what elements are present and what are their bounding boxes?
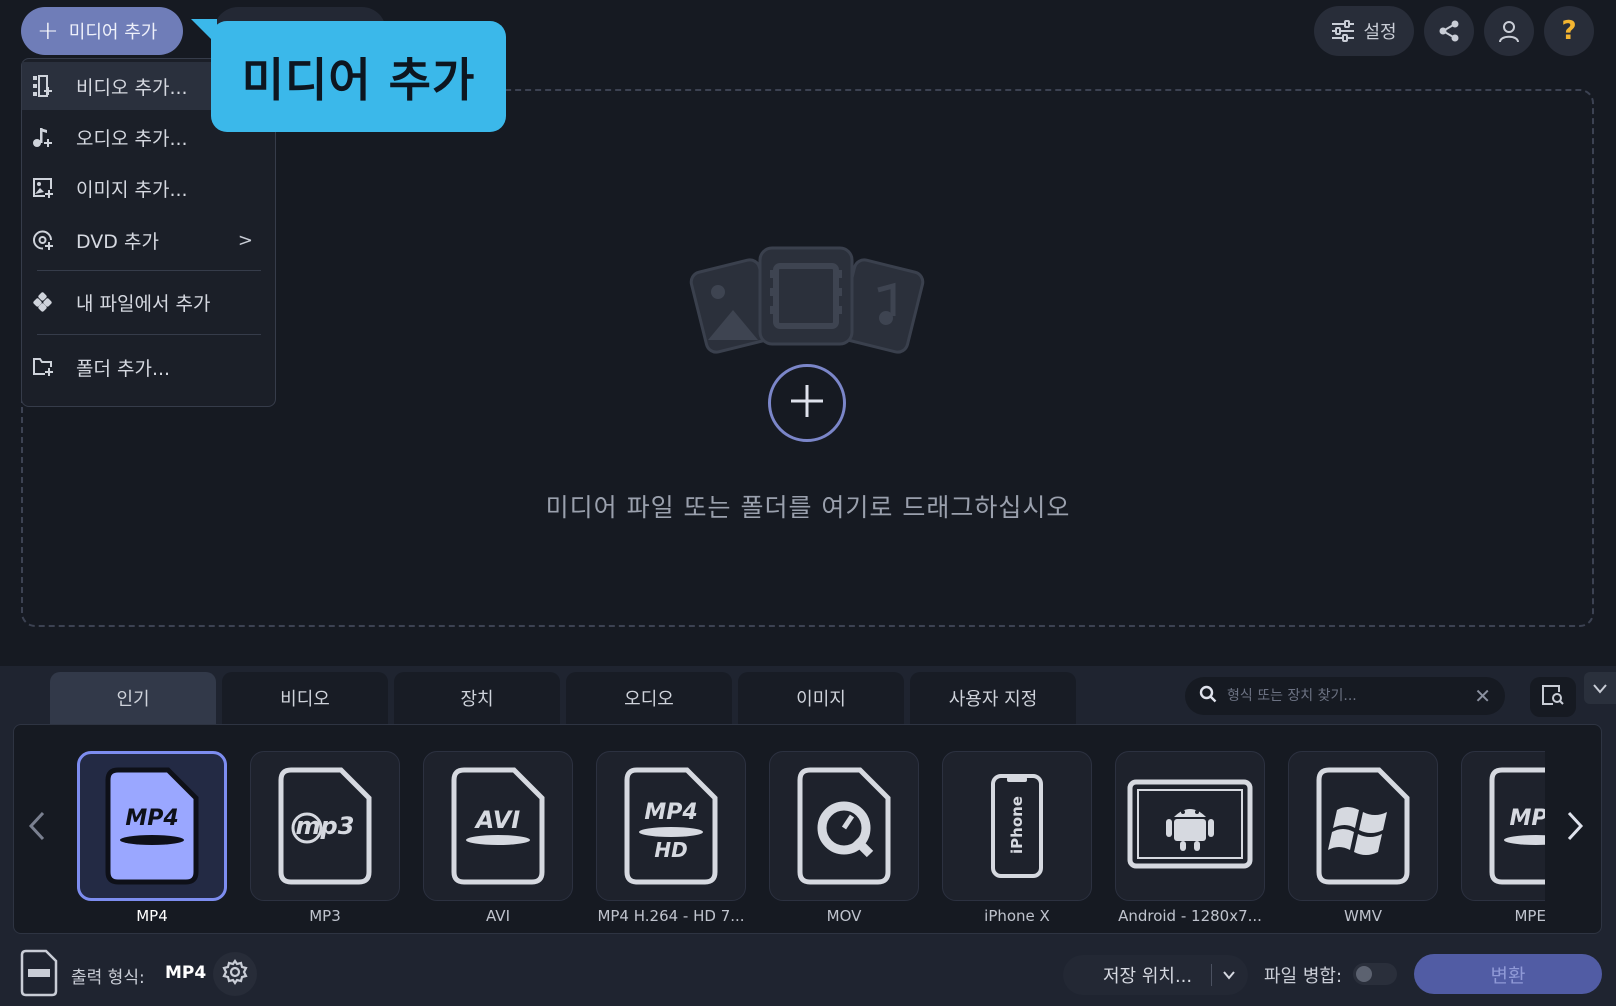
- scroll-right-icon[interactable]: [1565, 810, 1585, 850]
- folder-add-icon: [30, 354, 56, 380]
- mp4-video-icon: MP4: [104, 766, 200, 886]
- image-add-icon: [30, 175, 56, 201]
- menu-divider: [37, 270, 261, 271]
- format-card-iphone-x[interactable]: iPhone iPhone X: [942, 751, 1092, 931]
- save-location-button[interactable]: 저장 위치...: [1063, 955, 1248, 995]
- format-list: MP4 MP4 mp3 MP3 AVI AVI MP4 HD MP4 H.264…: [77, 751, 1545, 931]
- format-name: iPhone X: [984, 907, 1050, 925]
- chevron-down-icon: [1593, 679, 1607, 698]
- settings-label: 설정: [1363, 22, 1397, 43]
- chevron-down-icon[interactable]: [1222, 965, 1236, 990]
- top-right-toolbar: 설정 ?: [1314, 6, 1594, 56]
- format-card-mp4-hd[interactable]: MP4 HD MP4 H.264 - HD 7...: [596, 751, 746, 931]
- format-name: MP4 H.264 - HD 7...: [597, 907, 745, 925]
- quicktime-icon: [796, 766, 892, 886]
- media-files-illustration-icon: [688, 240, 928, 359]
- convert-button[interactable]: 변환: [1414, 954, 1602, 994]
- tab-custom[interactable]: 사용자 지정: [910, 672, 1076, 724]
- merge-files-toggle[interactable]: [1353, 963, 1397, 985]
- format-name: MOV: [826, 907, 862, 925]
- format-card-mp3[interactable]: mp3 MP3: [250, 751, 400, 931]
- user-icon: [1498, 19, 1520, 43]
- detect-device-button[interactable]: [1530, 677, 1576, 717]
- mpeg-video-icon: MPE: [1488, 766, 1545, 886]
- tab-popular[interactable]: 인기: [50, 672, 216, 724]
- format-card-wmv[interactable]: WMV: [1288, 751, 1438, 931]
- share-button[interactable]: [1424, 6, 1474, 56]
- menu-item-add-from-my-files[interactable]: 내 파일에서 추가: [22, 278, 275, 326]
- account-button[interactable]: [1484, 6, 1534, 56]
- tab-images[interactable]: 이미지: [738, 672, 904, 724]
- tab-audio[interactable]: 오디오: [566, 672, 732, 724]
- add-media-button[interactable]: + 미디어 추가: [21, 7, 183, 55]
- search-input[interactable]: [1227, 688, 1465, 704]
- format-name: MP4: [136, 907, 168, 925]
- mp3-icon: mp3: [277, 766, 373, 886]
- device-search-icon: [1541, 684, 1565, 710]
- clear-search-icon[interactable]: ✕: [1474, 684, 1491, 708]
- format-card-mov[interactable]: MOV: [769, 751, 919, 931]
- format-name: WMV: [1343, 907, 1383, 925]
- format-card-avi[interactable]: AVI AVI: [423, 751, 573, 931]
- search-icon: [1199, 685, 1217, 707]
- chevron-right-icon: >: [237, 229, 253, 251]
- format-card-android[interactable]: Android - 1280x7...: [1115, 751, 1265, 931]
- menu-item-label: 오디오 추가...: [76, 127, 188, 150]
- menu-item-label: 폴더 추가...: [76, 357, 171, 380]
- output-format-icon: [20, 949, 58, 997]
- drop-hint-text: 미디어 파일 또는 폴더를 여기로 드래그하십시오: [545, 493, 1071, 522]
- collapse-panel-button[interactable]: [1584, 672, 1616, 704]
- help-icon: ?: [1561, 16, 1577, 46]
- drop-add-button[interactable]: [768, 364, 846, 442]
- output-format-value: MP4: [165, 963, 207, 983]
- menu-divider: [37, 334, 261, 335]
- help-button[interactable]: ?: [1544, 6, 1594, 56]
- format-search: ✕: [1185, 677, 1505, 715]
- format-name: Android - 1280x7...: [1118, 907, 1262, 925]
- menu-item-label: 내 파일에서 추가: [76, 292, 211, 315]
- save-location-label: 저장 위치...: [1103, 966, 1193, 987]
- divider: [1211, 964, 1212, 986]
- format-name: AVI: [486, 907, 510, 925]
- audio-add-icon: [30, 124, 56, 150]
- menu-item-label: 비디오 추가...: [76, 76, 188, 99]
- iphone-icon: iPhone: [987, 766, 1047, 886]
- menu-item-label: DVD 추가: [76, 230, 159, 253]
- android-icon: [1127, 779, 1253, 873]
- menu-item-label: 이미지 추가...: [76, 178, 188, 201]
- output-settings-button[interactable]: [213, 952, 257, 996]
- menu-item-add-image[interactable]: 이미지 추가...: [22, 164, 275, 212]
- format-name: MP3: [309, 907, 341, 925]
- video-add-icon: [30, 73, 56, 99]
- mp4-hd-icon: MP4 HD: [623, 766, 719, 886]
- output-format-label: 출력 형식:: [71, 968, 145, 988]
- format-card-mp4[interactable]: MP4 MP4: [77, 751, 227, 931]
- dvd-add-icon: [30, 227, 56, 253]
- plus-icon: +: [37, 16, 59, 46]
- menu-item-add-dvd[interactable]: DVD 추가 >: [22, 216, 275, 264]
- merge-files-label: 파일 병합:: [1264, 966, 1343, 987]
- toggle-knob: [1356, 966, 1372, 982]
- settings-button[interactable]: 설정: [1314, 6, 1414, 56]
- sliders-icon: [1331, 20, 1355, 42]
- add-media-label: 미디어 추가: [68, 22, 158, 43]
- tab-devices[interactable]: 장치: [394, 672, 560, 724]
- format-tabs: 인기 비디오 장치 오디오 이미지 사용자 지정: [50, 672, 1076, 724]
- format-name: MPEG: [1514, 907, 1545, 925]
- scroll-left-icon[interactable]: [27, 810, 47, 850]
- avi-video-icon: AVI: [450, 766, 546, 886]
- share-icon: [1437, 19, 1461, 43]
- plus-icon: [789, 383, 825, 423]
- windows-icon: [1315, 766, 1411, 886]
- add-media-tooltip: 미디어 추가: [211, 21, 506, 132]
- menu-item-add-folder[interactable]: 폴더 추가...: [22, 343, 275, 391]
- format-card-mpeg[interactable]: MPE MPEG: [1461, 751, 1545, 931]
- tab-video[interactable]: 비디오: [222, 672, 388, 724]
- my-files-icon: [30, 289, 56, 315]
- gear-icon: [222, 959, 248, 989]
